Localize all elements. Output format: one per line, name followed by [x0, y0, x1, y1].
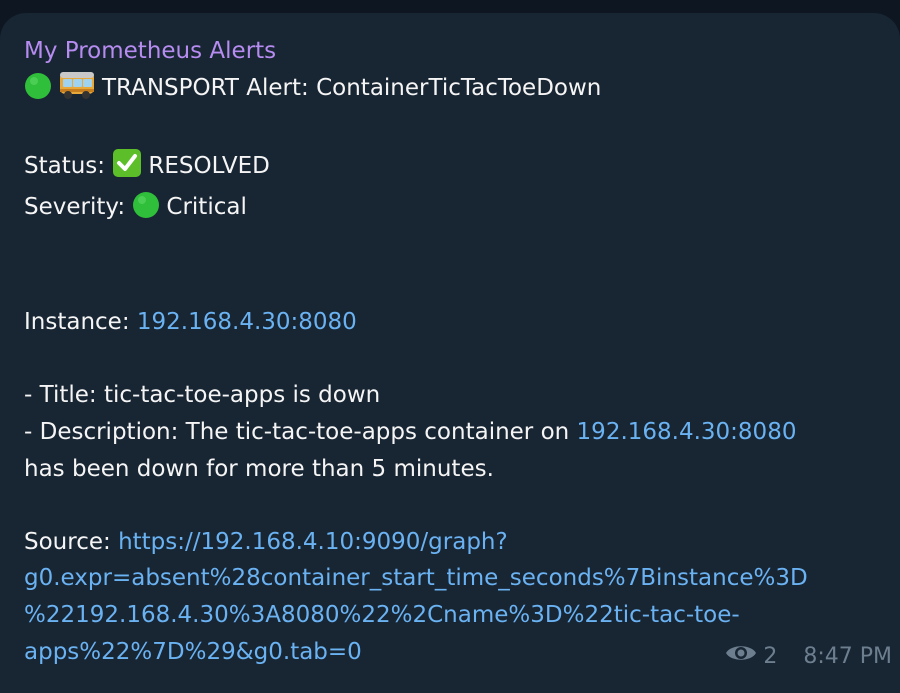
- description-prefix: - Description: The tic-tac-toe-apps cont…: [24, 418, 570, 445]
- description-instance-link[interactable]: 192.168.4.30:8080: [577, 419, 797, 445]
- message-meta: 2 8:47 PM: [725, 642, 892, 671]
- source-link-part[interactable]: g0.expr=absent%28container_start_time_se…: [24, 560, 876, 597]
- severity-label: Severity:: [24, 194, 126, 221]
- description-line: - Description: The tic-tac-toe-apps cont…: [24, 414, 876, 451]
- instance-line: Instance: 192.168.4.30:8080: [24, 304, 876, 341]
- check-mark-button-icon: [112, 148, 142, 190]
- eye-icon: [725, 642, 757, 671]
- message-bubble: My Prometheus Alerts TRANSPORT Alert: Co…: [0, 13, 900, 693]
- status-label: Status:: [24, 152, 106, 179]
- alert-title-line: TRANSPORT Alert: ContainerTicTacToeDown: [24, 70, 876, 112]
- severity-line: Severity: Critical: [24, 189, 876, 231]
- description-suffix: has been down for more than 5 minutes.: [24, 455, 494, 482]
- status-value: RESOLVED: [148, 152, 270, 179]
- severity-value: Critical: [166, 194, 247, 221]
- sender-name[interactable]: My Prometheus Alerts: [24, 33, 876, 70]
- source-link-part[interactable]: %22192.168.4.30%3A8080%22%2Cname%3D%22ti…: [24, 597, 876, 634]
- source-link-part[interactable]: https://192.168.4.10:9090/graph?: [118, 529, 508, 555]
- source-label: Source:: [24, 528, 111, 555]
- source-line: Source: https://192.168.4.10:9090/graph?: [24, 524, 876, 561]
- green-circle-icon: [24, 72, 52, 112]
- view-count: 2: [763, 643, 778, 669]
- instance-link[interactable]: 192.168.4.30:8080: [137, 309, 357, 335]
- message-time: 8:47 PM: [803, 643, 892, 669]
- status-line: Status: RESOLVED: [24, 148, 876, 190]
- bus-icon: [58, 70, 96, 112]
- green-circle-icon: [132, 191, 160, 231]
- instance-label: Instance:: [24, 309, 130, 336]
- title-line: - Title: tic-tac-toe-apps is down: [24, 382, 381, 409]
- alert-title: TRANSPORT Alert: ContainerTicTacToeDown: [102, 74, 602, 101]
